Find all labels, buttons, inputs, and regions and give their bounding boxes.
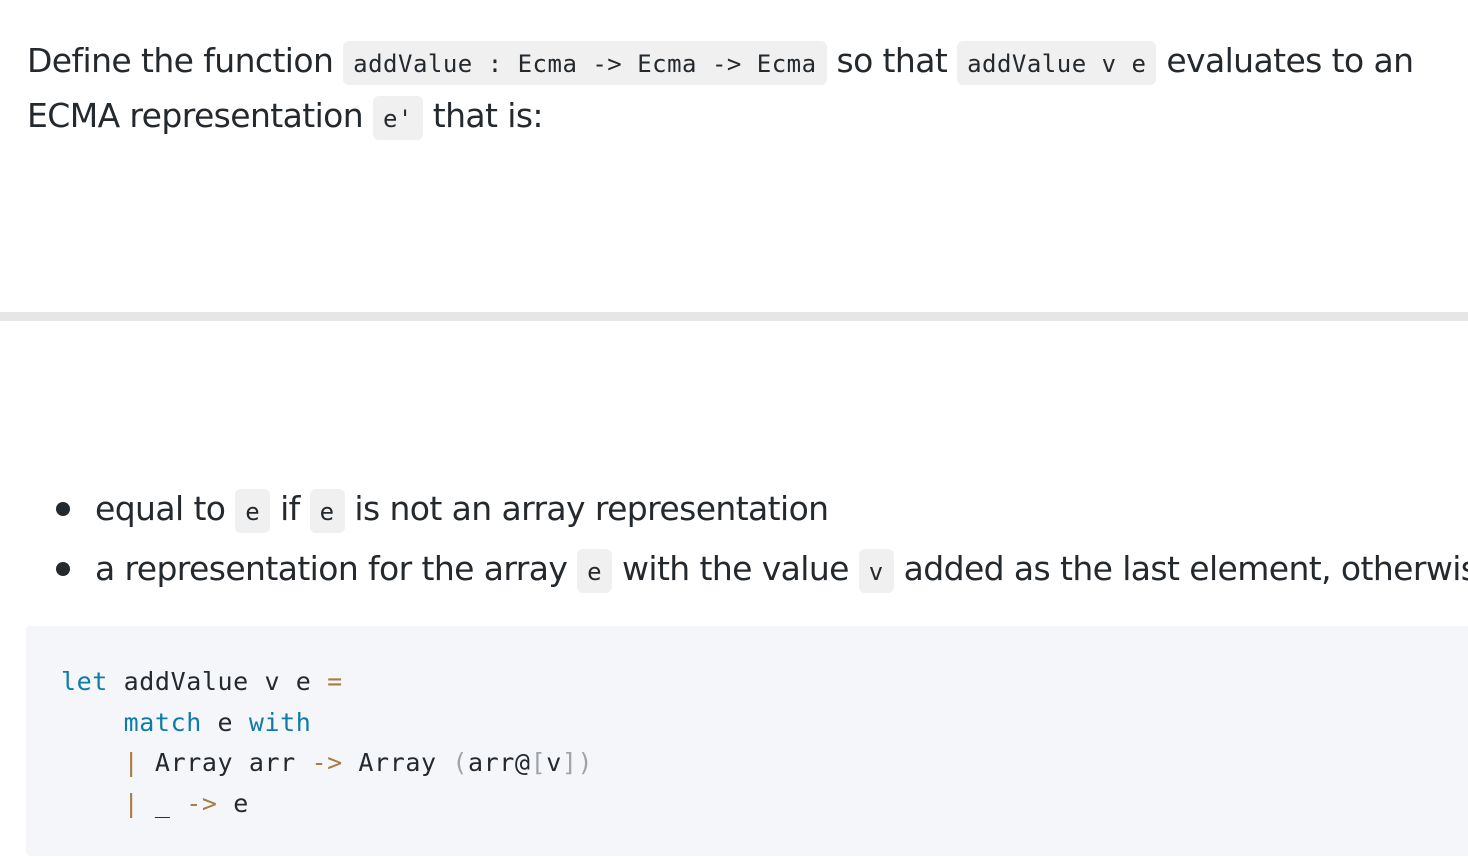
code-text: addValue v e <box>107 667 328 696</box>
code-text: v <box>546 748 562 777</box>
code-operator: | <box>123 748 140 777</box>
intro-text-2: so that <box>826 41 958 80</box>
code-text: Array <box>342 748 453 777</box>
intro-text-4: that is: <box>422 96 544 135</box>
bullet-icon <box>56 502 70 516</box>
keyword-match: match <box>123 707 202 737</box>
code-operator: -> <box>186 788 218 818</box>
code-punctuation: ) <box>577 748 594 777</box>
list-item-text: is not an array representation <box>344 489 829 528</box>
list-item: a representation for the array e with th… <box>26 540 1468 600</box>
keyword-with: with <box>248 707 312 737</box>
code-punctuation: ] <box>561 748 578 777</box>
inline-code: e <box>309 489 345 533</box>
inline-code: e <box>577 549 613 593</box>
code-operator: = <box>327 667 343 696</box>
inline-code-result: e' <box>372 96 423 140</box>
inline-code-call: addValue v e <box>957 41 1157 85</box>
list-item-text: with the value <box>612 549 859 588</box>
code-text: Array arr <box>139 748 312 777</box>
code-operator: | <box>123 788 140 818</box>
list-item: equal to e if e is not an array represen… <box>26 480 1466 540</box>
code-text: e <box>201 707 249 737</box>
inline-code: v <box>858 549 894 593</box>
code-text: _ <box>139 788 187 818</box>
inline-code: e <box>235 489 271 533</box>
code-listing: let addValue v e = match e with | Array … <box>61 662 593 824</box>
section-divider <box>0 312 1468 321</box>
list-item-text: equal to <box>95 489 236 528</box>
code-operator: -> <box>311 748 343 777</box>
code-punctuation: ( <box>452 748 468 777</box>
intro-text-1: Define the function <box>27 41 344 80</box>
list-item-text: a representation for the array <box>95 549 578 588</box>
code-text: e <box>217 788 249 818</box>
bullet-icon <box>56 562 70 576</box>
keyword-let: let <box>61 667 108 696</box>
code-block: let addValue v e = match e with | Array … <box>26 626 1468 856</box>
requirements-list: equal to e if e is not an array represen… <box>26 480 1468 600</box>
code-punctuation: [ <box>530 748 547 777</box>
inline-code-signature: addValue : Ecma -> Ecma -> Ecma <box>343 41 827 85</box>
list-item-text: if <box>270 489 310 528</box>
intro-paragraph: Define the function addValue : Ecma -> E… <box>27 35 1457 145</box>
code-text: arr@ <box>467 748 531 777</box>
list-item-text: added as the last element, otherwise. <box>893 549 1468 588</box>
